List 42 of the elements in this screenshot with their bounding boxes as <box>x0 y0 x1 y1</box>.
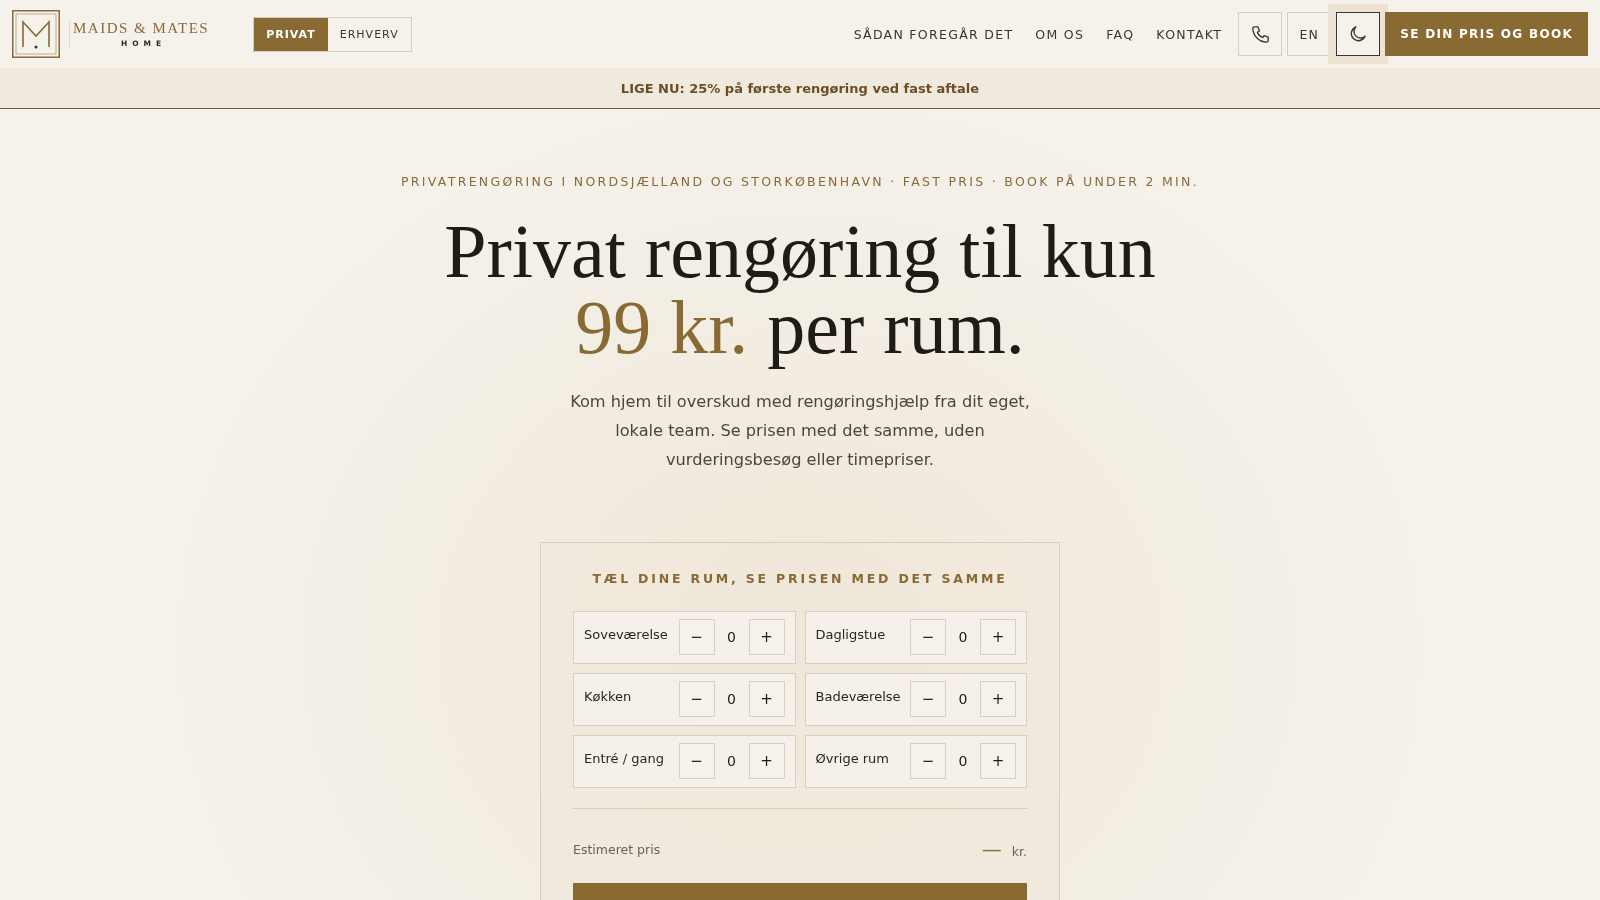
room-label: Badeværelse <box>815 689 901 704</box>
room-count: 0 <box>957 629 969 645</box>
increment-button[interactable]: + <box>748 681 785 717</box>
phone-icon <box>1251 25 1269 43</box>
decrement-button[interactable]: − <box>910 681 946 717</box>
nav-link[interactable]: FAQ <box>1106 26 1135 42</box>
decrement-button[interactable]: − <box>678 619 715 655</box>
hero-eyebrow: PRIVATRENGØRING I NORDSJÆLLAND OG STORKØBENHAVN · FAST PRIS · BOOK PÅ UNDER 2 MIN. <box>401 176 1199 189</box>
room-count: 0 <box>726 691 737 707</box>
increment-button[interactable]: + <box>748 619 785 655</box>
room-label: Dagligstue <box>815 627 886 642</box>
hero-subtitle: Kom hjem til overskud med rengøringshjælp fra dit eget, lokale team. Se prisen med det samme, uden vurderingsbesøg eller timepriser. <box>569 390 1031 471</box>
book-button[interactable]: SE DIN PRIS OG BOOK <box>1385 12 1588 56</box>
nav-link[interactable]: SÅDAN FOREGÅR DET <box>853 26 1014 42</box>
logo-icon <box>12 10 60 58</box>
increment-button[interactable]: + <box>980 619 1016 655</box>
increment-button[interactable]: + <box>748 743 785 779</box>
nav-link[interactable]: KONTAKT <box>1156 26 1223 42</box>
increment-button[interactable]: + <box>980 743 1016 779</box>
increment-button[interactable]: + <box>980 681 1016 717</box>
price-unit: kr. <box>1011 844 1027 859</box>
room-count: 0 <box>726 753 737 769</box>
decrement-button[interactable]: − <box>910 743 946 779</box>
room-count: 0 <box>726 629 737 645</box>
room-count: 0 <box>957 691 969 707</box>
decrement-button[interactable]: − <box>678 681 715 717</box>
decrement-button[interactable]: − <box>678 743 715 779</box>
room-count: 0 <box>957 753 969 769</box>
calculator-title: TÆL DINE RUM, SE PRISEN MED DET SAMME <box>591 570 1009 587</box>
brand-name: MAIDS & MATES <box>73 20 210 36</box>
room-label: Entré / gang <box>584 751 664 766</box>
segment-tab[interactable]: PRIVAT <box>254 17 328 51</box>
room-label: Køkken <box>584 689 632 704</box>
moon-icon <box>1350 26 1367 42</box>
promo-text: LIGE NU: 25% på første rengøring ved fast aftale <box>620 80 980 96</box>
phone-button[interactable] <box>1238 12 1283 56</box>
room-label: Soveværelse <box>584 627 668 642</box>
nav-link[interactable]: OM OS <box>1035 26 1085 42</box>
price-value: — <box>981 837 1002 861</box>
price-label: Estimeret pris <box>573 841 661 857</box>
room-label: Øvrige rum <box>815 751 889 766</box>
decrement-button[interactable]: − <box>910 619 946 655</box>
